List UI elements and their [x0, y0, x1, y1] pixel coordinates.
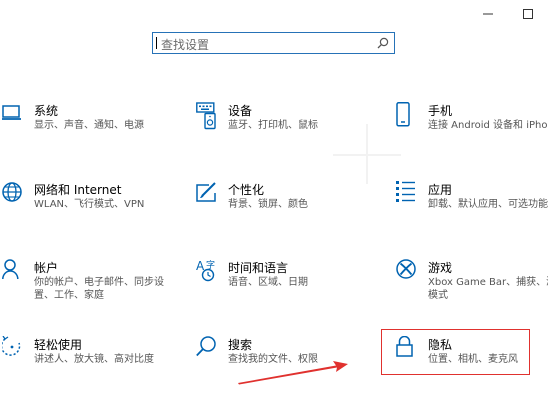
- item-title: 网络和 Internet: [34, 183, 122, 197]
- maximize-button[interactable]: [508, 0, 548, 28]
- item-title: 设备: [228, 104, 253, 118]
- apps-list-icon: [396, 181, 422, 211]
- item-title: 应用: [428, 183, 453, 197]
- item-description: 讲述人、放大镜、高对比度: [34, 354, 154, 365]
- phone-icon: [396, 102, 422, 132]
- globe-icon: [2, 181, 28, 211]
- search-icon[interactable]: [377, 37, 389, 49]
- item-title: 搜索: [228, 338, 253, 352]
- time-language-icon: A字: [196, 259, 222, 289]
- decorative-line: [366, 124, 368, 184]
- laptop-icon: [2, 102, 28, 132]
- item-description: Xbox Game Bar、捕获、游戏模式: [428, 277, 548, 301]
- search-placeholder: 查找设置: [161, 38, 210, 52]
- item-description: 你的帐户、电子邮件、同步设 置、工作、家庭: [34, 277, 164, 301]
- item-title: 个性化: [228, 183, 265, 197]
- person-icon: [2, 259, 28, 289]
- item-description: 连接 Android 设备和 iPhone: [428, 120, 548, 131]
- minimize-button[interactable]: [468, 0, 508, 28]
- minimize-icon: [483, 13, 493, 15]
- item-title: 手机: [428, 104, 453, 118]
- highlight-box: [381, 329, 530, 375]
- search-icon: [196, 336, 222, 366]
- item-description: 背景、锁屏、颜色: [228, 199, 308, 210]
- window-controls: [468, 0, 548, 28]
- item-description: 卸载、默认应用、可选功能: [428, 199, 548, 210]
- item-description: 语音、区域、日期: [228, 277, 308, 288]
- item-title: 游戏: [428, 261, 453, 275]
- paint-icon: [196, 181, 222, 211]
- item-description: 蓝牙、打印机、鼠标: [228, 120, 318, 131]
- devices-icon: [196, 102, 222, 132]
- search-box[interactable]: 查找设置: [152, 32, 395, 54]
- maximize-icon: [523, 9, 533, 19]
- xbox-icon: [396, 259, 422, 289]
- ease-of-access-icon: [2, 336, 28, 366]
- text-caret: [156, 37, 157, 49]
- item-title: 帐户: [34, 261, 59, 275]
- item-title: 系统: [34, 104, 59, 118]
- annotation-arrow-icon: [238, 361, 348, 385]
- item-description: 显示、声音、通知、电源: [34, 120, 144, 131]
- item-title: 轻松使用: [34, 338, 83, 352]
- item-title: 时间和语言: [228, 261, 289, 275]
- item-description: WLAN、飞行模式、VPN: [34, 199, 145, 210]
